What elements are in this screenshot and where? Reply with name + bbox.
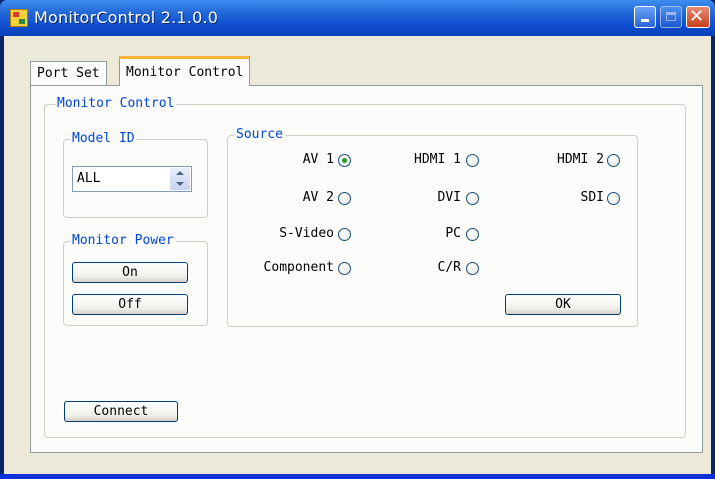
source-av2-label: AV 2 — [302, 190, 334, 205]
source-label: Source — [234, 127, 285, 143]
maximize-button[interactable] — [660, 6, 682, 28]
model-id-label: Model ID — [70, 131, 137, 147]
window-title: MonitorControl 2.1.0.0 — [34, 8, 219, 27]
source-pc-label: PC — [445, 226, 461, 241]
source-pc-radio[interactable] — [466, 228, 479, 241]
source-dvi-label: DVI — [437, 190, 461, 205]
minimize-icon — [641, 19, 649, 22]
connect-button[interactable]: Connect — [64, 401, 178, 422]
spin-up-icon[interactable] — [170, 168, 190, 179]
monitor-control-group-label: Monitor Control — [55, 96, 177, 112]
window-border — [0, 474, 715, 479]
source-hdmi1-label: HDMI 1 — [414, 152, 461, 167]
source-hdmi1-radio[interactable] — [466, 154, 479, 167]
source-cr-label: C/R — [437, 260, 461, 275]
source-av1-label: AV 1 — [302, 152, 334, 167]
source-ok-button[interactable]: OK — [505, 294, 621, 315]
monitor-power-label: Monitor Power — [70, 233, 176, 249]
tab-port-set[interactable]: Port Set — [30, 61, 107, 85]
spin-down-icon[interactable] — [170, 179, 190, 190]
app-icon — [10, 9, 28, 27]
source-sdi-label: SDI — [580, 190, 604, 205]
source-dvi-radio[interactable] — [466, 192, 479, 205]
close-icon: ✕ — [689, 6, 705, 27]
title-bar[interactable]: MonitorControl 2.1.0.0 ✕ — [0, 0, 715, 36]
maximize-icon — [666, 12, 676, 21]
minimize-button[interactable] — [634, 6, 656, 28]
power-off-button[interactable]: Off — [72, 294, 188, 315]
source-component-label: Component — [263, 260, 334, 275]
source-sdi-radio[interactable] — [607, 192, 620, 205]
model-id-spinner[interactable]: ALL — [72, 166, 192, 192]
source-cr-radio[interactable] — [466, 262, 479, 275]
spinner-buttons — [170, 168, 190, 190]
source-hdmi2-label: HDMI 2 — [557, 152, 604, 167]
power-on-button[interactable]: On — [72, 262, 188, 283]
close-button[interactable]: ✕ — [686, 6, 710, 28]
source-hdmi2-radio[interactable] — [607, 154, 620, 167]
model-id-value: ALL — [77, 171, 101, 186]
source-svideo-label: S-Video — [279, 226, 334, 241]
tab-monitor-control[interactable]: Monitor Control — [119, 56, 251, 86]
